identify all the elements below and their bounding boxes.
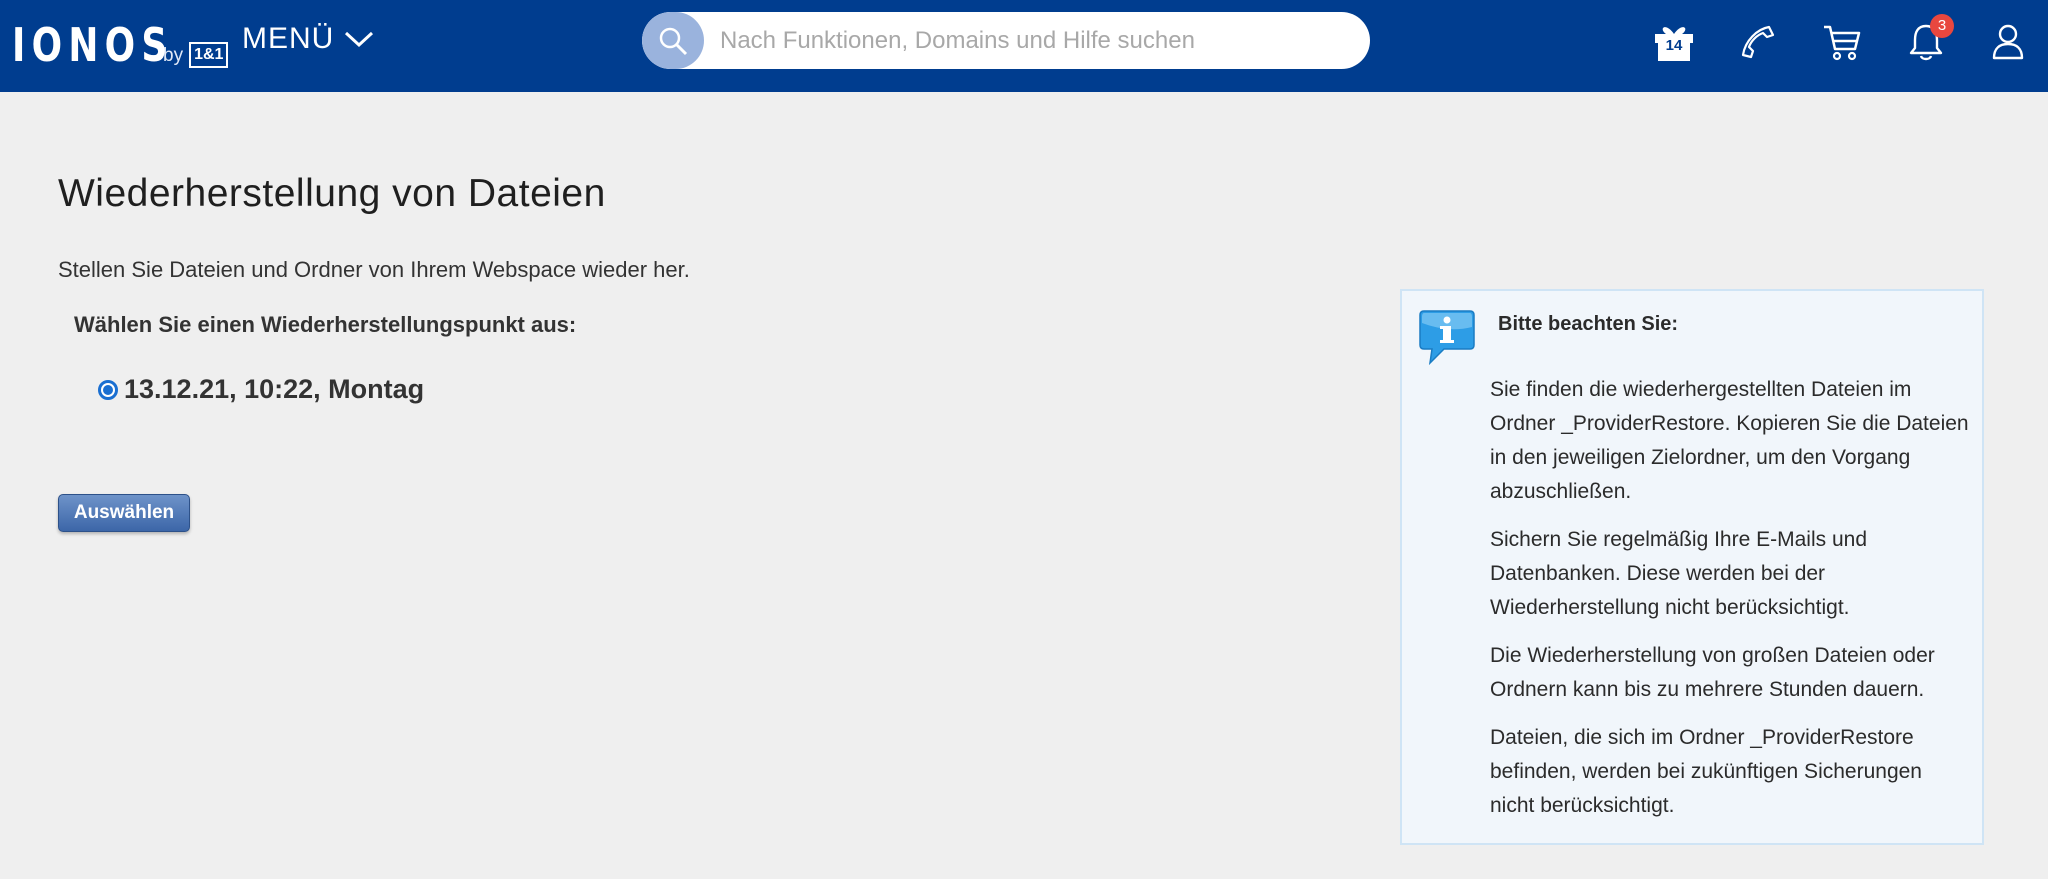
user-icon xyxy=(1992,24,2024,60)
restore-point-option-label: 13.12.21, 10:22, Montag xyxy=(124,374,425,404)
cart-button[interactable] xyxy=(1818,18,1866,66)
note-paragraph: Dateien, die sich im Ordner _ProviderRes… xyxy=(1490,726,1922,817)
page-title: Wiederherstellung von Dateien xyxy=(58,172,606,215)
cart-icon xyxy=(1824,25,1861,61)
search-input[interactable] xyxy=(718,25,1342,56)
gift-days-count: 14 xyxy=(1665,37,1683,54)
note-body: Sie finden die wiederhergestellten Datei… xyxy=(1490,373,1970,837)
gift-button[interactable]: 14 xyxy=(1650,18,1698,66)
note-paragraph: Sichern Sie regelmäßig Ihre E-Mails und … xyxy=(1490,528,1867,619)
search-button[interactable] xyxy=(642,12,704,69)
menu-button[interactable]: MENÜ xyxy=(242,22,374,56)
notifications-button[interactable]: 3 xyxy=(1902,14,1954,66)
notification-badge: 3 xyxy=(1930,14,1954,38)
note-paragraph: Sie finden die wiederhergestellten Datei… xyxy=(1490,378,1969,503)
info-note-panel: Bitte beachten Sie: Sie finden die wiede… xyxy=(1400,289,1984,845)
info-icon xyxy=(1418,307,1476,370)
restore-point-option[interactable]: 13.12.21, 10:22, Montag xyxy=(98,374,424,405)
restore-point-label: Wählen Sie einen Wiederherstellungspunkt… xyxy=(74,312,577,337)
search-icon xyxy=(659,27,688,55)
top-navigation-bar: IONOS by 1&1 MENÜ 14 xyxy=(0,0,2048,92)
select-button[interactable]: Auswählen xyxy=(58,494,190,532)
radio-selected-dot xyxy=(103,384,113,395)
menu-label: MENÜ xyxy=(242,22,335,55)
note-paragraph: Die Wiederherstellung von großen Dateien… xyxy=(1490,644,1935,701)
note-title: Bitte beachten Sie: xyxy=(1498,313,1679,335)
search-bar xyxy=(642,12,1370,69)
ionos-logo[interactable]: IONOS by 1&1 xyxy=(12,18,229,72)
phone-icon xyxy=(1741,25,1775,59)
restore-point-radio[interactable] xyxy=(98,379,118,400)
page-subtitle: Stellen Sie Dateien und Ordner von Ihrem… xyxy=(58,257,690,282)
logo-brand-box: 1&1 xyxy=(189,42,229,68)
phone-button[interactable] xyxy=(1734,18,1782,66)
logo-wordmark: IONOS xyxy=(12,18,174,72)
account-button[interactable] xyxy=(1984,18,2032,66)
chevron-down-icon xyxy=(345,31,374,48)
